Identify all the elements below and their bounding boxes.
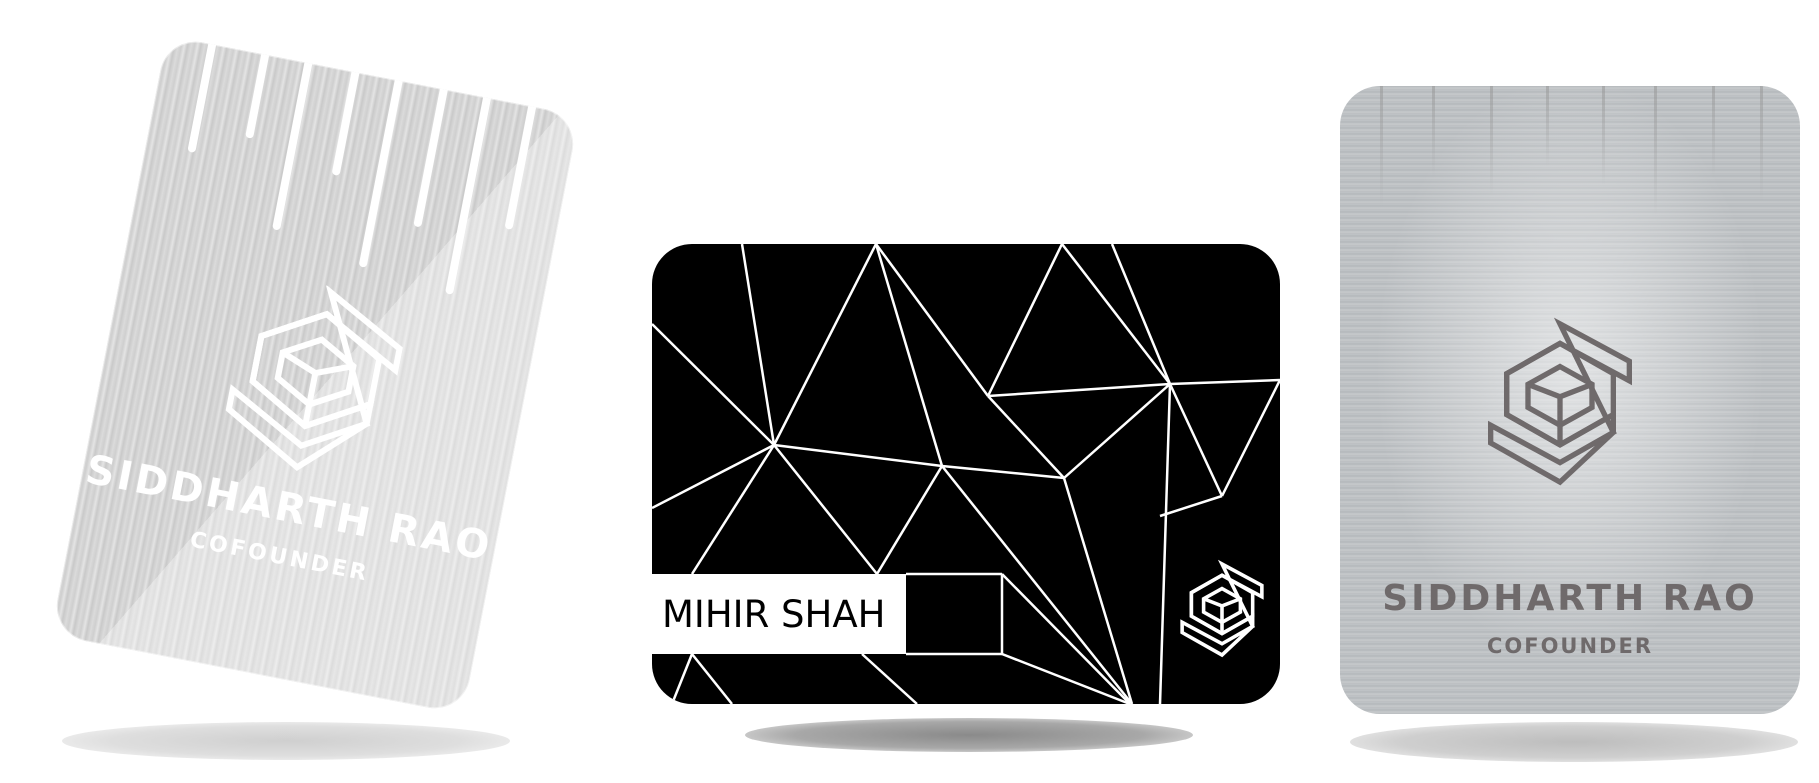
card-streak bbox=[245, 44, 272, 139]
card-holder-name: MIHIR SHAH bbox=[662, 592, 886, 636]
card-streak bbox=[272, 52, 315, 231]
hexagon-s-logo-icon bbox=[1180, 559, 1264, 658]
card-holder-role: COFOUNDER bbox=[1486, 634, 1654, 658]
silver-card-face: SIDDHARTH RAO COFOUNDER bbox=[50, 35, 580, 715]
card-streak bbox=[444, 87, 493, 295]
black-geometric-card: MIHIR SHAH bbox=[652, 244, 1280, 704]
card-streak bbox=[1432, 86, 1435, 176]
card-streak bbox=[1654, 86, 1657, 216]
silver-card-tilted: SIDDHARTH RAO COFOUNDER bbox=[50, 35, 580, 715]
card-streak bbox=[413, 78, 450, 228]
card-streak bbox=[331, 61, 362, 177]
name-plate: MIHIR SHAH bbox=[652, 574, 906, 654]
card-shadow-middle bbox=[745, 718, 1193, 752]
card-streak bbox=[1602, 86, 1605, 186]
hexagon-s-logo-icon bbox=[225, 284, 403, 471]
card-streak bbox=[1380, 86, 1383, 206]
card-streak bbox=[187, 35, 219, 154]
card-streak bbox=[504, 95, 539, 230]
card-streak bbox=[1712, 86, 1715, 176]
card-shadow-right bbox=[1350, 722, 1798, 762]
card-holder-name: SIDDHARTH RAO bbox=[1382, 578, 1758, 619]
card-shadow-left bbox=[62, 722, 510, 760]
brushed-steel-card: SIDDHARTH RAO COFOUNDER bbox=[1340, 86, 1800, 714]
card-streak bbox=[1490, 86, 1493, 196]
card-streak bbox=[1760, 86, 1763, 201]
hexagon-s-logo-icon bbox=[1488, 317, 1632, 486]
card-streak bbox=[358, 69, 405, 268]
card-streak bbox=[1546, 86, 1549, 166]
